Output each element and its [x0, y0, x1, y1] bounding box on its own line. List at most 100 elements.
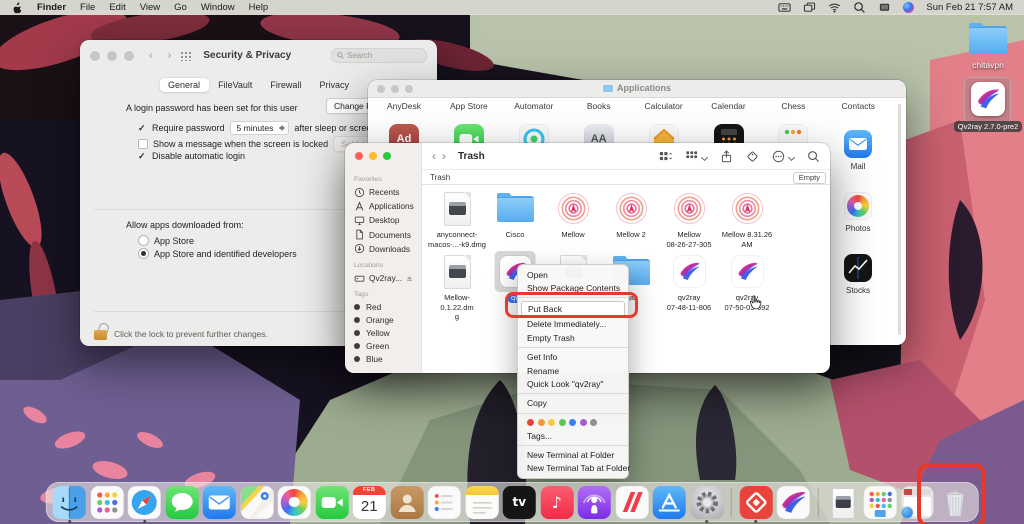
- file-item-anyconnect-macos-k9-dmg[interactable]: anyconnect-macos-...-k9.dmg: [428, 190, 486, 249]
- zoom-button[interactable]: [124, 51, 134, 61]
- dock-item-tv[interactable]: tv: [503, 486, 536, 519]
- menu-help[interactable]: Help: [249, 2, 269, 13]
- menu-edit[interactable]: Edit: [109, 2, 125, 13]
- window-stack-icon[interactable]: [803, 1, 816, 14]
- menu-item-copy[interactable]: Copy: [518, 397, 628, 410]
- file-item-mellow-0-1-22-dm-g[interactable]: Mellow-0.1.22.dmg: [428, 253, 486, 322]
- menu-item-open[interactable]: Open: [518, 268, 628, 281]
- file-item-cisco[interactable]: Cisco: [486, 190, 544, 240]
- dock-item-calendar[interactable]: FEB21: [353, 486, 386, 519]
- dock-item-facetime[interactable]: [315, 486, 348, 519]
- tag-icon[interactable]: [746, 150, 759, 163]
- dock-item-applications-folder[interactable]: [863, 486, 896, 519]
- menu-item-quick-look-qv2ray[interactable]: Quick Look "qv2ray": [518, 377, 628, 390]
- show-all-icon[interactable]: [180, 51, 192, 61]
- tag-color-dot[interactable]: [548, 419, 555, 426]
- tag-color-dot[interactable]: [527, 419, 534, 426]
- dock-item-contacts[interactable]: [390, 486, 423, 519]
- group-sort-icon[interactable]: [659, 150, 672, 163]
- menu-bar-clock[interactable]: Sun Feb 21 7:57 AM: [926, 2, 1013, 13]
- wifi-icon[interactable]: [828, 1, 841, 14]
- dock-item-messages[interactable]: [165, 486, 198, 519]
- app-icon-photos[interactable]: [844, 192, 872, 220]
- empty-trash-button[interactable]: Empty: [793, 172, 826, 184]
- tag-color-dot[interactable]: [559, 419, 566, 426]
- tab-general[interactable]: General: [159, 78, 209, 92]
- back-button[interactable]: ‹: [149, 50, 153, 62]
- tag-color-dot[interactable]: [590, 419, 597, 426]
- spotlight-icon[interactable]: [853, 1, 866, 14]
- dock-item-music[interactable]: ♪: [540, 486, 573, 519]
- require-password-dropdown[interactable]: 5 minutes: [230, 121, 290, 135]
- dock-item-photos[interactable]: [278, 486, 311, 519]
- menu-item-delete-immediately[interactable]: Delete Immediately...: [518, 318, 628, 331]
- search-icon[interactable]: [807, 150, 820, 163]
- tag-color-dot[interactable]: [538, 419, 545, 426]
- tag-color-dot[interactable]: [580, 419, 587, 426]
- menu-item-get-info[interactable]: Get Info: [518, 351, 628, 364]
- file-item-mellow[interactable]: Mellow: [544, 190, 602, 240]
- forward-button[interactable]: ›: [168, 50, 172, 62]
- dock-item-mail[interactable]: [203, 486, 236, 519]
- forward-button[interactable]: ›: [442, 149, 446, 163]
- dock-item-launchpad[interactable]: [90, 486, 123, 519]
- sidebar-item-desktop[interactable]: Desktop: [345, 213, 421, 227]
- sidebar-tag-green[interactable]: Green: [345, 340, 421, 353]
- minimize-button[interactable]: [107, 51, 117, 61]
- dock-item-anydesk[interactable]: [739, 486, 772, 519]
- menu-window[interactable]: Window: [201, 2, 235, 13]
- menu-item-new-terminal-tab-at-folder[interactable]: New Terminal Tab at Folder: [518, 462, 628, 475]
- search-input[interactable]: Search: [331, 48, 427, 63]
- menu-item-rename[interactable]: Rename: [518, 364, 628, 377]
- file-item-mellow-8-31-26-am[interactable]: Mellow 8.31.26AM: [718, 190, 776, 249]
- sidebar-tag-orange[interactable]: Orange: [345, 313, 421, 326]
- checkbox-checked-icon[interactable]: ✓: [138, 152, 147, 161]
- dock-item-system-preferences[interactable]: [690, 486, 723, 519]
- tab-filevault[interactable]: FileVault: [209, 78, 261, 92]
- radio-app-store[interactable]: [138, 235, 149, 246]
- minimize-button[interactable]: [369, 152, 377, 160]
- scrollbar[interactable]: [898, 104, 901, 335]
- dock-item-app-store[interactable]: [653, 486, 686, 519]
- menu-file[interactable]: File: [80, 2, 95, 13]
- dock-item-dmg-file[interactable]: [826, 486, 859, 519]
- menu-item-new-terminal-at-folder[interactable]: New Terminal at Folder: [518, 448, 628, 461]
- dock-item-maps[interactable]: [240, 486, 273, 519]
- lock-icon[interactable]: [94, 323, 108, 340]
- more-actions-icon[interactable]: [772, 150, 785, 163]
- file-item-mellow-08-26-27-305[interactable]: Mellow08-26-27-305: [660, 190, 718, 249]
- view-options-icon[interactable]: [685, 150, 698, 163]
- sidebar-tag-yellow[interactable]: Yellow: [345, 327, 421, 340]
- file-item-qv2ray-07-50-03-692[interactable]: qv2ray07-50-03-692: [718, 253, 776, 312]
- tab-privacy[interactable]: Privacy: [310, 78, 358, 92]
- sidebar-item-recents[interactable]: Recents: [345, 185, 421, 199]
- display-icon[interactable]: [878, 1, 891, 14]
- dock-item-safari[interactable]: [128, 486, 161, 519]
- menu-finder[interactable]: Finder: [37, 2, 66, 13]
- menu-item-empty-trash[interactable]: Empty Trash: [518, 331, 628, 344]
- sidebar-tag-blue[interactable]: Blue: [345, 353, 421, 366]
- sidebar-item-qv2ray[interactable]: Qv2ray...: [345, 271, 421, 285]
- menu-item-tags[interactable]: Tags...: [518, 429, 628, 442]
- file-item-qv2ray-07-48-11-806[interactable]: qv2ray07-48-11-806: [660, 253, 718, 312]
- dock-item-finder[interactable]: [53, 486, 86, 519]
- menu-go[interactable]: Go: [174, 2, 187, 13]
- desktop-folder-chitavpn[interactable]: [969, 26, 1007, 54]
- checkbox-checked-icon[interactable]: ✓: [138, 124, 147, 133]
- siri-icon[interactable]: [903, 2, 914, 13]
- file-item-mellow-2[interactable]: Mellow 2: [602, 190, 660, 240]
- close-button[interactable]: [355, 152, 363, 160]
- radio-identified-developers[interactable]: [138, 248, 149, 259]
- checkbox-unchecked-icon[interactable]: [138, 139, 148, 149]
- input-source-icon[interactable]: [778, 1, 791, 14]
- sidebar-item-documents[interactable]: Documents: [345, 228, 421, 242]
- zoom-button[interactable]: [383, 152, 391, 160]
- dock-item-podcasts[interactable]: [578, 486, 611, 519]
- dock-item-news[interactable]: [615, 486, 648, 519]
- sidebar-item-downloads[interactable]: Downloads: [345, 242, 421, 256]
- dock-item-reminders[interactable]: [428, 486, 461, 519]
- tag-color-dot[interactable]: [569, 419, 576, 426]
- sidebar-item-applications[interactable]: Applications: [345, 199, 421, 213]
- desktop-icon-qv2ray[interactable]: [971, 82, 1005, 116]
- menu-view[interactable]: View: [140, 2, 160, 13]
